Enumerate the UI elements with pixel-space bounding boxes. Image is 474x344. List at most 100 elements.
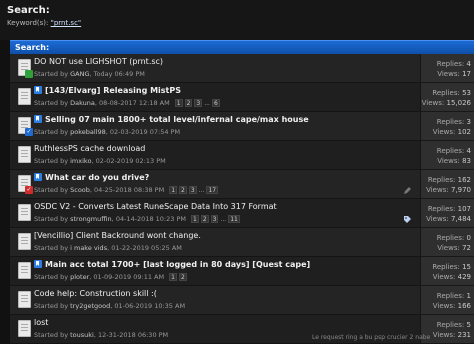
page-title: Search:	[7, 5, 50, 16]
thread-author-link[interactable]: try2getgood	[70, 302, 110, 310]
thread-author-link[interactable]: Dakuna	[70, 99, 95, 107]
thread-date: 02-02-2019 02:13 PM	[95, 157, 166, 165]
thread-author-link[interactable]: i make vids	[70, 244, 107, 252]
page-link[interactable]: 3	[194, 99, 203, 107]
thread-title-text[interactable]: Main acc total 1700+ [last logged in 80 …	[45, 260, 310, 269]
thread-icon	[18, 204, 31, 221]
replies-count: 107	[457, 205, 471, 213]
thread-title[interactable]: lost	[34, 318, 48, 327]
thread-stats: Replies: 4 Views: 17	[420, 54, 474, 83]
page-link[interactable]: 1	[190, 215, 199, 223]
started-by-label: Started by	[34, 128, 69, 136]
thread-icon	[18, 146, 31, 163]
replies-stat: Replies: 5	[437, 321, 471, 329]
thread-date: 01-06-2019 10:35 AM	[114, 302, 186, 310]
views-label: Views:	[432, 128, 456, 136]
replies-label: Replies:	[436, 147, 465, 155]
views-stat: Views: 7,484	[426, 215, 471, 223]
replies-label: Replies:	[436, 321, 465, 329]
thread-icon	[18, 262, 31, 279]
thread-title-text[interactable]: [143/Elvarg] Releasing MistPS	[45, 86, 181, 95]
thread-row[interactable]: [Vencillio] Client Backround wont change…	[10, 228, 420, 257]
thread-date: Today 06:49 PM	[93, 70, 145, 78]
thread-row[interactable]: OSDC V2 - Converts Latest RuneScape Data…	[10, 199, 420, 228]
replies-label: Replies:	[436, 118, 465, 126]
thread-row[interactable]: Main acc total 1700+ [last logged in 80 …	[10, 257, 420, 286]
keyword-link[interactable]: "prnt.sc"	[51, 19, 82, 27]
thread-author-link[interactable]: ploter	[70, 273, 89, 281]
views-stat: Views: 166	[433, 302, 471, 310]
thread-row[interactable]: DO NOT use LIGHSHOT (prnt.sc) Started by …	[10, 54, 420, 83]
thread-title-text[interactable]: Selling 07 main 1800+ total level/infern…	[45, 115, 309, 124]
thread-author-link[interactable]: strongmuffin	[70, 215, 112, 223]
thread-author-link[interactable]: pokeball98	[70, 128, 106, 136]
thread-title-text[interactable]: OSDC V2 - Converts Latest RuneScape Data…	[34, 202, 277, 211]
thread-row[interactable]: RuthlessPS cache download Started by imxi…	[10, 141, 420, 170]
thread-author-link[interactable]: GANG	[70, 70, 89, 78]
thread-meta: Started by imxiko, 02-02-2019 02:13 PM	[34, 157, 166, 165]
replies-label: Replies:	[436, 60, 465, 68]
thread-row[interactable]: [143/Elvarg] Releasing MistPS Started by …	[10, 83, 420, 112]
page-link[interactable]: 2	[178, 273, 187, 281]
thread-title[interactable]: [Vencillio] Client Backround wont change…	[34, 231, 201, 240]
views-count: 166	[457, 302, 471, 310]
thread-meta: Started by ploter, 01-09-2019 09:11 AM 1 2	[34, 273, 189, 281]
views-stat: Views: 7,970	[426, 186, 471, 194]
page-link[interactable]: 3	[188, 186, 197, 194]
started-by-label: Started by	[34, 215, 69, 223]
page-link[interactable]: 1	[169, 273, 177, 281]
page-link[interactable]: 6	[211, 99, 220, 107]
thread-prefix-icon	[34, 260, 42, 268]
replies-stat: Replies: 3	[437, 118, 471, 126]
started-by-label: Started by	[34, 273, 69, 281]
thread-title[interactable]: [143/Elvarg] Releasing MistPS	[34, 86, 181, 95]
thread-title-text[interactable]: What car do you drive?	[45, 173, 149, 182]
thread-prefix-icon	[34, 115, 42, 123]
thread-title-text[interactable]: Code help: Construction skill :(	[34, 289, 157, 298]
thread-icon: ✓	[18, 175, 33, 194]
started-by-label: Started by	[34, 302, 69, 310]
thread-stats: Replies: 3 Views: 102	[420, 112, 474, 141]
page-link[interactable]: 2	[200, 215, 209, 223]
replies-count: 3	[466, 118, 471, 126]
started-by-label: Started by	[34, 70, 69, 78]
thread-date: 02-03-2019 07:54 PM	[109, 128, 181, 136]
thread-title-text[interactable]: lost	[34, 318, 48, 327]
thread-title[interactable]: OSDC V2 - Converts Latest RuneScape Data…	[34, 202, 277, 211]
thread-title[interactable]: What car do you drive?	[34, 173, 149, 182]
views-label: Views:	[437, 157, 460, 165]
thread-row[interactable]: Code help: Construction skill :( Started …	[10, 286, 420, 315]
page-link[interactable]: 1	[174, 99, 183, 107]
thread-title[interactable]: Main acc total 1700+ [last logged in 80 …	[34, 260, 310, 269]
thread-meta: Started by Dakuna, 08-08-2017 12:18 AM 1 2…	[34, 99, 222, 107]
replies-label: Replies:	[427, 205, 456, 213]
thread-author-link[interactable]: tousuki	[70, 331, 94, 339]
thread-title-text[interactable]: DO NOT use LIGHSHOT (prnt.sc)	[34, 57, 163, 66]
views-label: Views:	[432, 302, 456, 310]
thread-title-text[interactable]: RuthlessPS cache download	[34, 144, 145, 153]
replies-label: Replies:	[436, 292, 465, 300]
page-link[interactable]: 2	[184, 99, 193, 107]
started-by-label: Started by	[34, 331, 69, 339]
started-by-label: Started by	[34, 157, 69, 165]
replies-count: 4	[466, 147, 471, 155]
footer-text: Le request ring a bu psp crucier 2 nabe	[312, 334, 431, 341]
thread-title[interactable]: Code help: Construction skill :(	[34, 289, 157, 298]
thread-author-link[interactable]: Scoob	[70, 186, 90, 194]
thread-title[interactable]: DO NOT use LIGHSHOT (prnt.sc)	[34, 57, 163, 66]
thread-list: DO NOT use LIGHSHOT (prnt.sc) Started by …	[10, 54, 474, 344]
replies-label: Replies:	[432, 89, 460, 97]
thread-stats: Replies: 107 Views: 7,484	[420, 199, 474, 228]
thread-author-link[interactable]: imxiko	[70, 157, 91, 165]
thread-icon	[18, 233, 31, 250]
thread-row[interactable]: ✓ Selling 07 main 1800+ total level/infer…	[10, 112, 420, 141]
page-link[interactable]: 3	[210, 215, 219, 223]
page-link[interactable]: 11	[228, 215, 240, 223]
thread-title[interactable]: Selling 07 main 1800+ total level/infern…	[34, 115, 309, 124]
thread-title-text[interactable]: [Vencillio] Client Backround wont change…	[34, 231, 201, 240]
page-link[interactable]: 17	[206, 186, 219, 194]
page-link[interactable]: 1	[169, 186, 178, 194]
thread-row[interactable]: ✓ What car do you drive? Started by Scoob,…	[10, 170, 420, 199]
page-link[interactable]: 2	[179, 186, 187, 194]
thread-title[interactable]: RuthlessPS cache download	[34, 144, 145, 153]
